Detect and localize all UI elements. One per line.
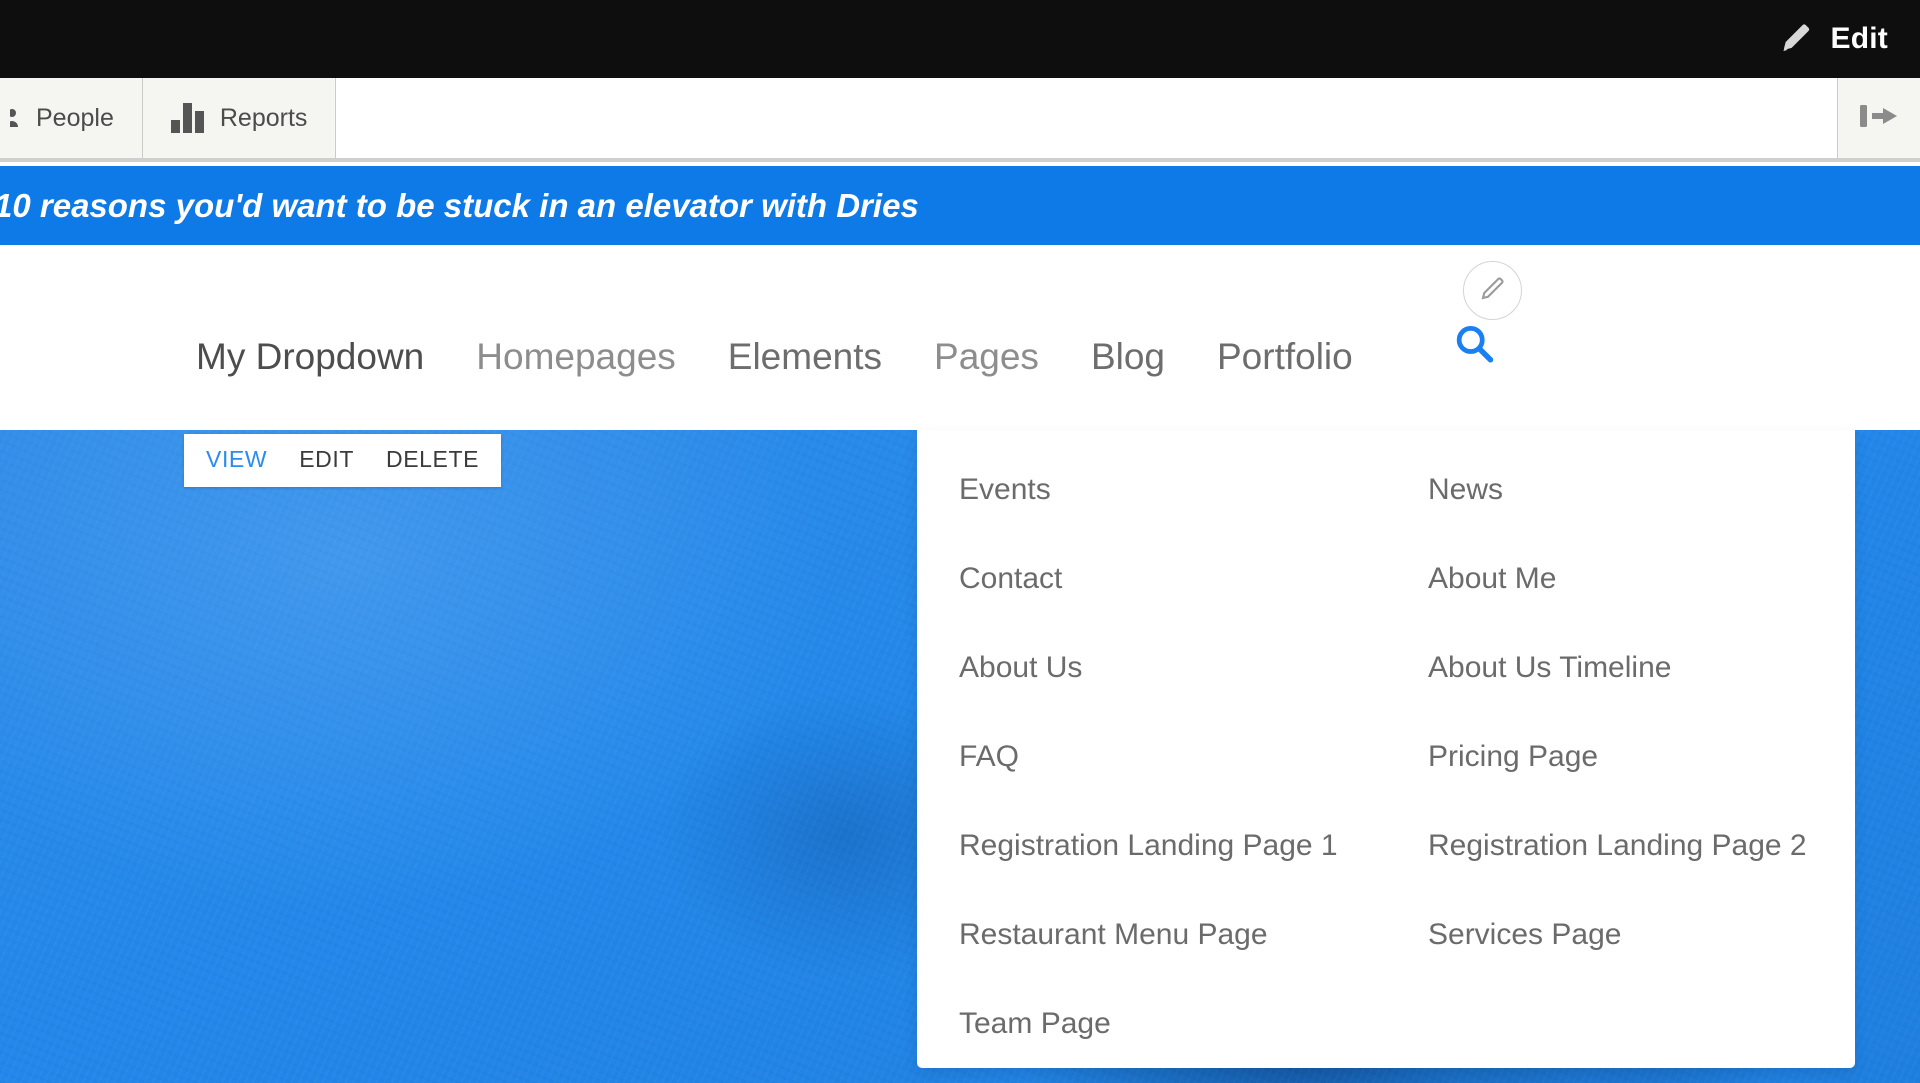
contextual-edit-pencil-button[interactable] [1463,261,1522,320]
mega-item-team-page[interactable]: Team Page [959,1009,1386,1039]
mega-dropdown-panel: Events Contact About Us FAQ Registration… [917,430,1855,1068]
nav-link-portfolio[interactable]: Portfolio [1191,338,1379,375]
mega-dropdown-columns: Events Contact About Us FAQ Registration… [917,475,1855,1068]
toolbar-tab-strip: People Reports [0,78,337,158]
mega-item-services-page[interactable]: Services Page [1428,920,1855,950]
pencil-circle-icon [1478,273,1508,308]
search-icon [1452,326,1496,370]
site-navigation-inner: My Dropdown Homepages Elements Pages Blo… [0,245,1920,430]
page-title: 10 reasons you'd want to be stuck in an … [0,186,919,224]
mega-item-events[interactable]: Events [959,475,1386,505]
mega-item-contact[interactable]: Contact [959,564,1386,594]
nav-link-blog[interactable]: Blog [1065,338,1191,375]
site-nav-links: My Dropdown Homepages Elements Pages Blo… [170,338,1379,375]
nav-link-my-dropdown[interactable]: My Dropdown [170,338,450,375]
toolbar-tab-reports-label: Reports [219,103,308,132]
toolbar-tab-reports[interactable]: Reports [142,78,337,158]
toolbar-tab-people[interactable]: People [0,78,143,158]
toolbar-tab-people-label: People [36,103,114,132]
nav-search-button[interactable] [1452,322,1496,371]
mega-item-registration-landing-page-2[interactable]: Registration Landing Page 2 [1428,831,1855,861]
toolbar-empty-area [336,78,1837,158]
admin-toolbar: People Reports [0,78,1920,162]
mega-item-restaurant-menu-page[interactable]: Restaurant Menu Page [959,920,1386,950]
mega-item-pricing-page[interactable]: Pricing Page [1428,742,1855,772]
mega-item-about-us[interactable]: About Us [959,653,1386,683]
contextual-links-toolbar: VIEW EDIT DELETE [184,434,502,487]
contextual-link-delete[interactable]: DELETE [386,446,479,473]
site-navigation-bar: My Dropdown Homepages Elements Pages Blo… [0,245,1920,430]
contextual-link-edit[interactable]: EDIT [299,446,354,473]
mega-dropdown-left-column: Events Contact About Us FAQ Registration… [917,475,1386,1068]
admin-edit-label: Edit [1830,22,1888,55]
people-icon [6,103,20,134]
page-title-banner: 10 reasons you'd want to be stuck in an … [0,166,1920,245]
nav-link-pages[interactable]: Pages [908,338,1065,375]
mega-item-about-us-timeline[interactable]: About Us Timeline [1428,653,1855,683]
admin-edit-button[interactable]: Edit [1771,16,1898,63]
collapse-left-icon [1857,99,1901,138]
mega-item-faq[interactable]: FAQ [959,742,1386,772]
mega-item-news[interactable]: News [1428,475,1855,505]
mega-item-about-me[interactable]: About Me [1428,564,1855,594]
nav-link-elements[interactable]: Elements [702,338,908,375]
pencil-icon [1781,20,1815,59]
page-root: Edit People Reports 10 reasons you'd wan… [0,0,1920,1083]
bar-chart-icon [170,103,204,133]
toolbar-collapse-button[interactable] [1837,78,1920,158]
mega-item-registration-landing-page-1[interactable]: Registration Landing Page 1 [959,831,1386,861]
mega-dropdown-right-column: News About Me About Us Timeline Pricing … [1386,475,1855,1068]
contextual-link-view[interactable]: VIEW [206,446,267,473]
nav-link-homepages[interactable]: Homepages [450,338,702,375]
admin-bar: Edit [0,0,1920,78]
